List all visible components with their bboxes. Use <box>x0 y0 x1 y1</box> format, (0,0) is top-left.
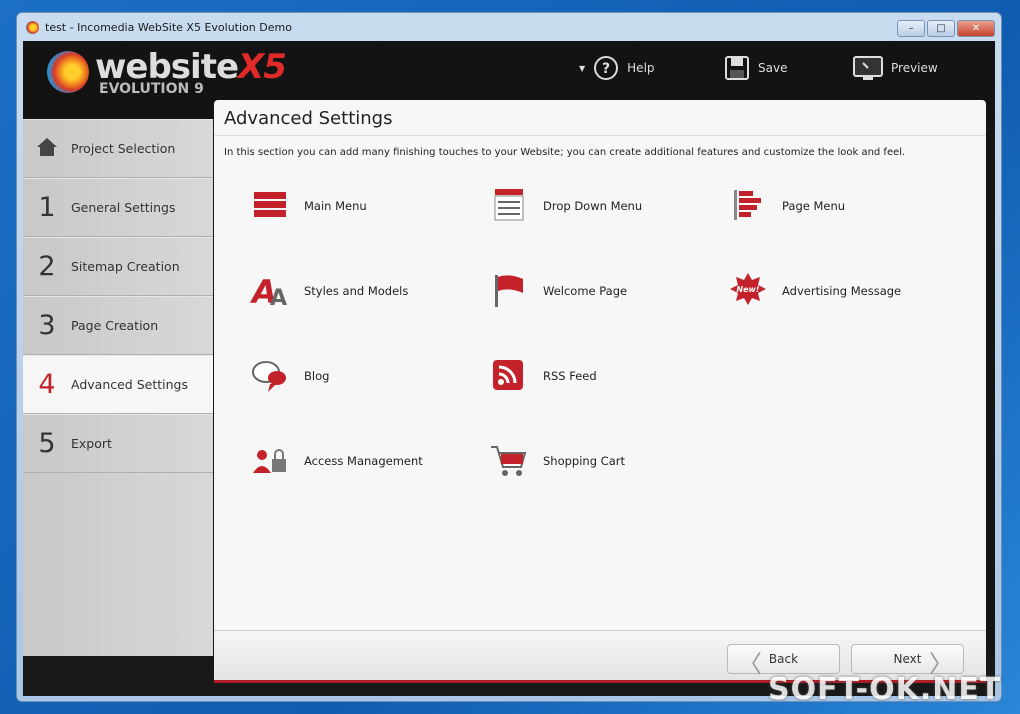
feature-advertising-message[interactable]: New! Advertising Message <box>728 269 948 313</box>
feature-access-management[interactable]: Access Management <box>250 439 470 483</box>
app-icon <box>26 21 39 34</box>
feature-styles-and-models[interactable]: A A Styles and Models <box>250 269 470 313</box>
app-window: test - Incomedia WebSite X5 Evolution De… <box>16 12 1002 702</box>
feature-blog[interactable]: Blog <box>250 354 470 398</box>
page-description: In this section you can add many finishi… <box>224 147 906 158</box>
floppy-disk-icon <box>725 56 749 80</box>
feature-label: Welcome Page <box>543 284 628 298</box>
chevron-left-icon: 〈 <box>738 650 762 678</box>
svg-text:A: A <box>270 286 287 311</box>
feature-label: RSS Feed <box>543 369 597 383</box>
sidebar-item-advanced-settings[interactable]: 4 Advanced Settings <box>23 355 213 414</box>
svg-text:?: ? <box>602 61 610 77</box>
drop-down-menu-icon <box>494 189 524 221</box>
window-title: test - Incomedia WebSite X5 Evolution De… <box>45 21 292 34</box>
sidebar-item-general-settings[interactable]: 1 General Settings <box>23 178 213 237</box>
next-button[interactable]: Next 〉 <box>851 644 964 678</box>
feature-label: Blog <box>304 369 330 383</box>
users-lock-icon <box>253 449 286 473</box>
flag-icon <box>495 275 523 307</box>
feature-label: Styles and Models <box>304 284 409 298</box>
sidebar-item-project-selection[interactable]: Project Selection <box>23 119 213 178</box>
styles-icon: AA <box>250 273 287 311</box>
sidebar-item-sitemap-creation[interactable]: 2 Sitemap Creation <box>23 237 213 296</box>
sidebar: Project Selection 1 General Settings 2 Sit… <box>23 119 213 656</box>
minimize-button[interactable]: – <box>897 20 925 37</box>
home-icon <box>33 133 61 164</box>
title-bar: test - Incomedia WebSite X5 Evolution De… <box>17 13 1001 41</box>
shopping-cart-icon <box>491 446 527 476</box>
monitor-icon <box>853 56 883 80</box>
feature-drop-down-menu[interactable]: Drop Down Menu <box>489 184 709 228</box>
sidebar-item-page-creation[interactable]: 3 Page Creation <box>23 296 213 355</box>
svg-text:New!: New! <box>736 285 760 294</box>
sidebar-item-export[interactable]: 5 Export <box>23 414 213 473</box>
feature-label: Advertising Message <box>782 284 902 298</box>
back-button[interactable]: 〈 Back <box>727 644 840 678</box>
feature-shopping-cart[interactable]: Shopping Cart <box>489 439 709 483</box>
feature-label: Drop Down Menu <box>543 199 643 213</box>
feature-main-menu[interactable]: Main Menu <box>250 184 470 228</box>
maximize-button[interactable]: □ <box>927 20 955 37</box>
main-panel: Advanced Settings In this section you ca… <box>214 100 986 683</box>
new-badge-icon: New! <box>730 273 766 305</box>
rss-icon <box>493 360 523 390</box>
page-menu-icon <box>734 190 761 220</box>
save-button[interactable]: Save <box>724 55 787 81</box>
main-menu-icon <box>254 192 286 217</box>
feature-label: Main Menu <box>304 199 367 213</box>
feature-label: Page Menu <box>782 199 846 213</box>
feature-welcome-page[interactable]: Welcome Page <box>489 269 709 313</box>
page-title: Advanced Settings <box>214 100 986 136</box>
logo: websiteX5 EVOLUTION 9 <box>47 47 287 101</box>
feature-label: Access Management <box>304 454 423 468</box>
feature-rss-feed[interactable]: RSS Feed <box>489 354 709 398</box>
preview-button[interactable]: Preview <box>853 55 938 81</box>
feature-label: Shopping Cart <box>543 454 625 468</box>
feature-page-menu[interactable]: Page Menu <box>728 184 948 228</box>
help-button[interactable]: ▼ ? Help <box>579 55 655 81</box>
speech-bubbles-icon <box>252 361 286 392</box>
close-button[interactable]: ✕ <box>957 20 995 37</box>
watermark: SOFT-OK.NET <box>768 672 1002 707</box>
help-icon: ? <box>594 56 619 80</box>
